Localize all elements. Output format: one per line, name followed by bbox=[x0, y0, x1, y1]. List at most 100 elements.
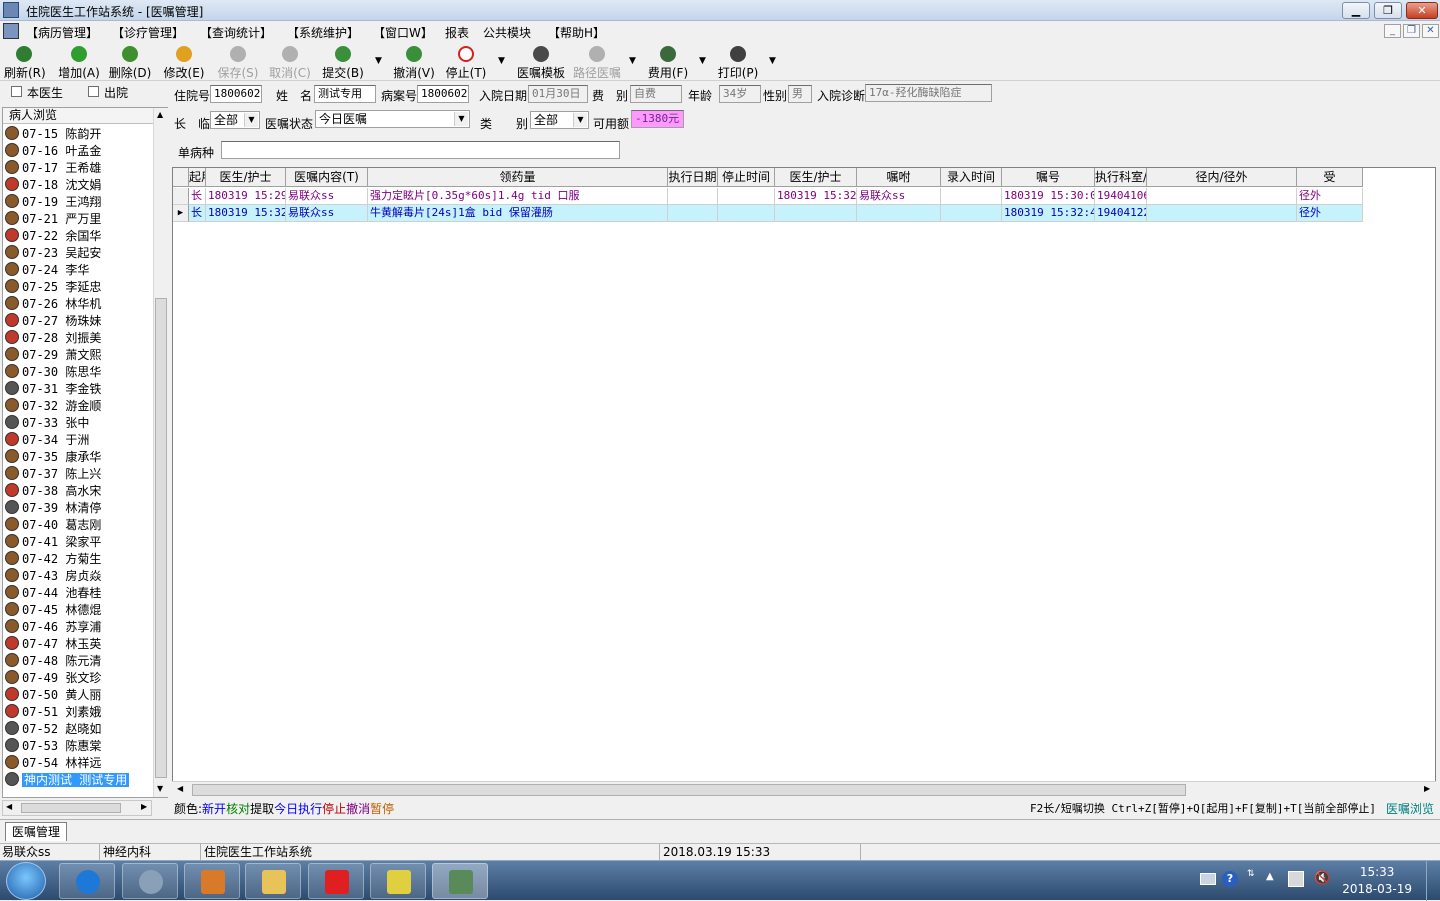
tray-expand-icon[interactable]: ▲ bbox=[1266, 871, 1274, 882]
taskbar-app-button[interactable] bbox=[122, 863, 178, 899]
mdi-close-button[interactable]: ✕ bbox=[1422, 24, 1439, 38]
menu-diagnosis[interactable]: 【诊疗管理】 bbox=[112, 24, 184, 41]
scroll-left-icon[interactable]: ◀ bbox=[6, 802, 12, 811]
scroll-thumb[interactable] bbox=[155, 298, 167, 778]
scroll-right-icon[interactable]: ▶ bbox=[141, 802, 147, 811]
column-header[interactable]: 执行科室/医生 bbox=[1095, 168, 1147, 187]
toolbar-button-0[interactable]: 刷新(R) bbox=[4, 43, 46, 80]
toolbar-button-8[interactable]: 停止(T) bbox=[444, 43, 488, 80]
age-field[interactable]: 34岁 bbox=[719, 85, 761, 103]
long-temp-select[interactable]: 全部 ▼ bbox=[210, 111, 260, 129]
toolbar-button-7[interactable]: 撤消(V) bbox=[392, 43, 436, 80]
taskbar-clock[interactable]: 15:33 2018-03-19 bbox=[1342, 864, 1412, 898]
keyboard-icon[interactable] bbox=[1200, 873, 1216, 885]
cell-dept[interactable] bbox=[1147, 188, 1297, 205]
scroll-right-icon[interactable]: ▶ bbox=[1424, 784, 1430, 793]
dropdown-arrow-icon[interactable]: ▼ bbox=[375, 56, 382, 66]
patient-row[interactable]: 07-44 池春桂 bbox=[5, 585, 151, 602]
cell-order_no[interactable]: 19404106 bbox=[1095, 188, 1147, 205]
patient-row[interactable]: 07-43 房贞焱 bbox=[5, 568, 151, 585]
scroll-up-icon[interactable]: ▲ bbox=[157, 110, 163, 119]
toolbar-button-6[interactable]: 提交(B) bbox=[321, 43, 365, 80]
cell-entered[interactable]: 180319 15:30:08 bbox=[1002, 188, 1095, 205]
volume-muted-icon[interactable]: 🔇 bbox=[1314, 871, 1330, 886]
menu-system[interactable]: 【系统维护】 bbox=[287, 24, 359, 41]
cell-qty[interactable] bbox=[668, 188, 718, 205]
close-button[interactable]: ✕ bbox=[1406, 2, 1438, 19]
patient-row[interactable]: 07-17 王希雄 bbox=[5, 160, 151, 177]
toolbar-button-11[interactable]: 费用(F) bbox=[646, 43, 690, 80]
cell-dept[interactable] bbox=[1147, 205, 1297, 222]
patient-row[interactable]: 07-40 葛志刚 bbox=[5, 517, 151, 534]
start-button[interactable] bbox=[6, 862, 46, 900]
patient-row[interactable]: 07-23 吴起安 bbox=[5, 245, 151, 262]
toolbar-button-2[interactable]: 删除(D) bbox=[108, 43, 152, 80]
patient-row[interactable]: 07-42 方菊生 bbox=[5, 551, 151, 568]
admit-date-field[interactable]: 01月30日 bbox=[528, 85, 588, 103]
patient-row[interactable]: 07-51 刘素娥 bbox=[5, 704, 151, 721]
column-header[interactable]: 医生/护士 bbox=[775, 168, 857, 187]
column-header[interactable]: 径内/径外 bbox=[1147, 168, 1297, 187]
menu-window[interactable]: 【窗口W】 bbox=[373, 24, 433, 41]
cell-qty[interactable] bbox=[668, 205, 718, 222]
current-row-indicator-icon[interactable]: ▶ bbox=[173, 205, 189, 222]
taskbar-app-button[interactable] bbox=[370, 863, 426, 899]
mdi-minimize-button[interactable]: _ bbox=[1384, 24, 1401, 38]
cell-type[interactable]: 长 bbox=[189, 188, 206, 205]
patient-row[interactable]: 07-32 游金顺 bbox=[5, 398, 151, 415]
record-no-field[interactable]: 1800602 bbox=[417, 85, 469, 103]
patient-row[interactable]: 07-29 萧文熙 bbox=[5, 347, 151, 364]
show-desktop-button[interactable] bbox=[1426, 861, 1440, 901]
single-disease-input[interactable] bbox=[221, 141, 620, 159]
patient-row[interactable]: 07-54 林祥远 bbox=[5, 755, 151, 772]
patient-row[interactable]: 07-30 陈思华 bbox=[5, 364, 151, 381]
cell-stop[interactable] bbox=[775, 205, 857, 222]
cell-doctor[interactable]: 易联众ss bbox=[286, 205, 368, 222]
taskbar-app-button[interactable] bbox=[432, 863, 488, 899]
language-icon[interactable]: ⇅ bbox=[1247, 869, 1255, 879]
cell-content[interactable]: 牛黄解毒片[24s]1盒 bid 保留灌肠 bbox=[368, 205, 668, 222]
cell-exec_date[interactable] bbox=[718, 188, 775, 205]
patient-row[interactable]: 神内测试 测试专用 bbox=[5, 772, 151, 789]
toolbar-button-9[interactable]: 医嘱模板 bbox=[516, 43, 566, 80]
toolbar-button-1[interactable]: 增加(A) bbox=[57, 43, 101, 80]
patient-row[interactable]: 07-48 陈元清 bbox=[5, 653, 151, 670]
discharged-checkbox[interactable] bbox=[88, 86, 99, 97]
cell-start[interactable]: 180319 15:29 bbox=[206, 188, 286, 205]
cell-path[interactable]: 径外 bbox=[1297, 188, 1363, 205]
patient-list-scrollbar[interactable]: ▲ ▼ bbox=[153, 108, 168, 797]
patient-row[interactable]: 07-16 叶孟金 bbox=[5, 143, 151, 160]
patient-row[interactable]: 07-35 康承华 bbox=[5, 449, 151, 466]
order-status-select[interactable]: 今日医嘱 ▼ bbox=[315, 110, 470, 128]
patient-row[interactable]: 07-21 严万里 bbox=[5, 211, 151, 228]
restore-button[interactable]: ❐ bbox=[1374, 2, 1402, 19]
patient-row[interactable]: 07-41 梁家平 bbox=[5, 534, 151, 551]
patient-row[interactable]: 07-28 刘振美 bbox=[5, 330, 151, 347]
help-icon[interactable]: ? bbox=[1222, 871, 1238, 887]
tab-order-management[interactable]: 医嘱管理 bbox=[5, 822, 67, 841]
dropdown-arrow-icon[interactable]: ▼ bbox=[699, 56, 706, 66]
hscroll-thumb[interactable] bbox=[192, 784, 1186, 796]
hscroll-thumb[interactable] bbox=[21, 803, 121, 813]
patient-row[interactable]: 07-27 杨珠妹 bbox=[5, 313, 151, 330]
cell-order_no[interactable]: 19404122 bbox=[1095, 205, 1147, 222]
taskbar-app-button[interactable] bbox=[59, 863, 115, 899]
patient-row[interactable]: 07-39 林清停 bbox=[5, 500, 151, 517]
patient-row[interactable]: 07-52 赵晓如 bbox=[5, 721, 151, 738]
cell-stop_doctor[interactable] bbox=[857, 205, 941, 222]
cell-note[interactable] bbox=[941, 188, 1002, 205]
cell-doctor[interactable]: 易联众ss bbox=[286, 188, 368, 205]
patient-row[interactable]: 07-24 李华 bbox=[5, 262, 151, 279]
diagnosis-field[interactable]: 17α-羟化酶缺陷症 bbox=[865, 84, 992, 102]
patient-row[interactable]: 07-49 张文珍 bbox=[5, 670, 151, 687]
my-doctor-checkbox[interactable] bbox=[11, 86, 22, 97]
cell-stop[interactable]: 180319 15:32 bbox=[775, 188, 857, 205]
cell-content[interactable]: 强力定眩片[0.35g*60s]1.4g tid 口服 bbox=[368, 188, 668, 205]
taskbar-app-button[interactable] bbox=[245, 863, 301, 899]
dropdown-arrow-icon[interactable]: ▼ bbox=[769, 56, 776, 66]
column-header[interactable]: 停止时间 bbox=[718, 168, 775, 187]
cell-path[interactable]: 径外 bbox=[1297, 205, 1363, 222]
patient-row[interactable]: 07-46 苏享浦 bbox=[5, 619, 151, 636]
scroll-left-icon[interactable]: ◀ bbox=[177, 784, 183, 793]
patient-row[interactable]: 07-38 高水宋 bbox=[5, 483, 151, 500]
